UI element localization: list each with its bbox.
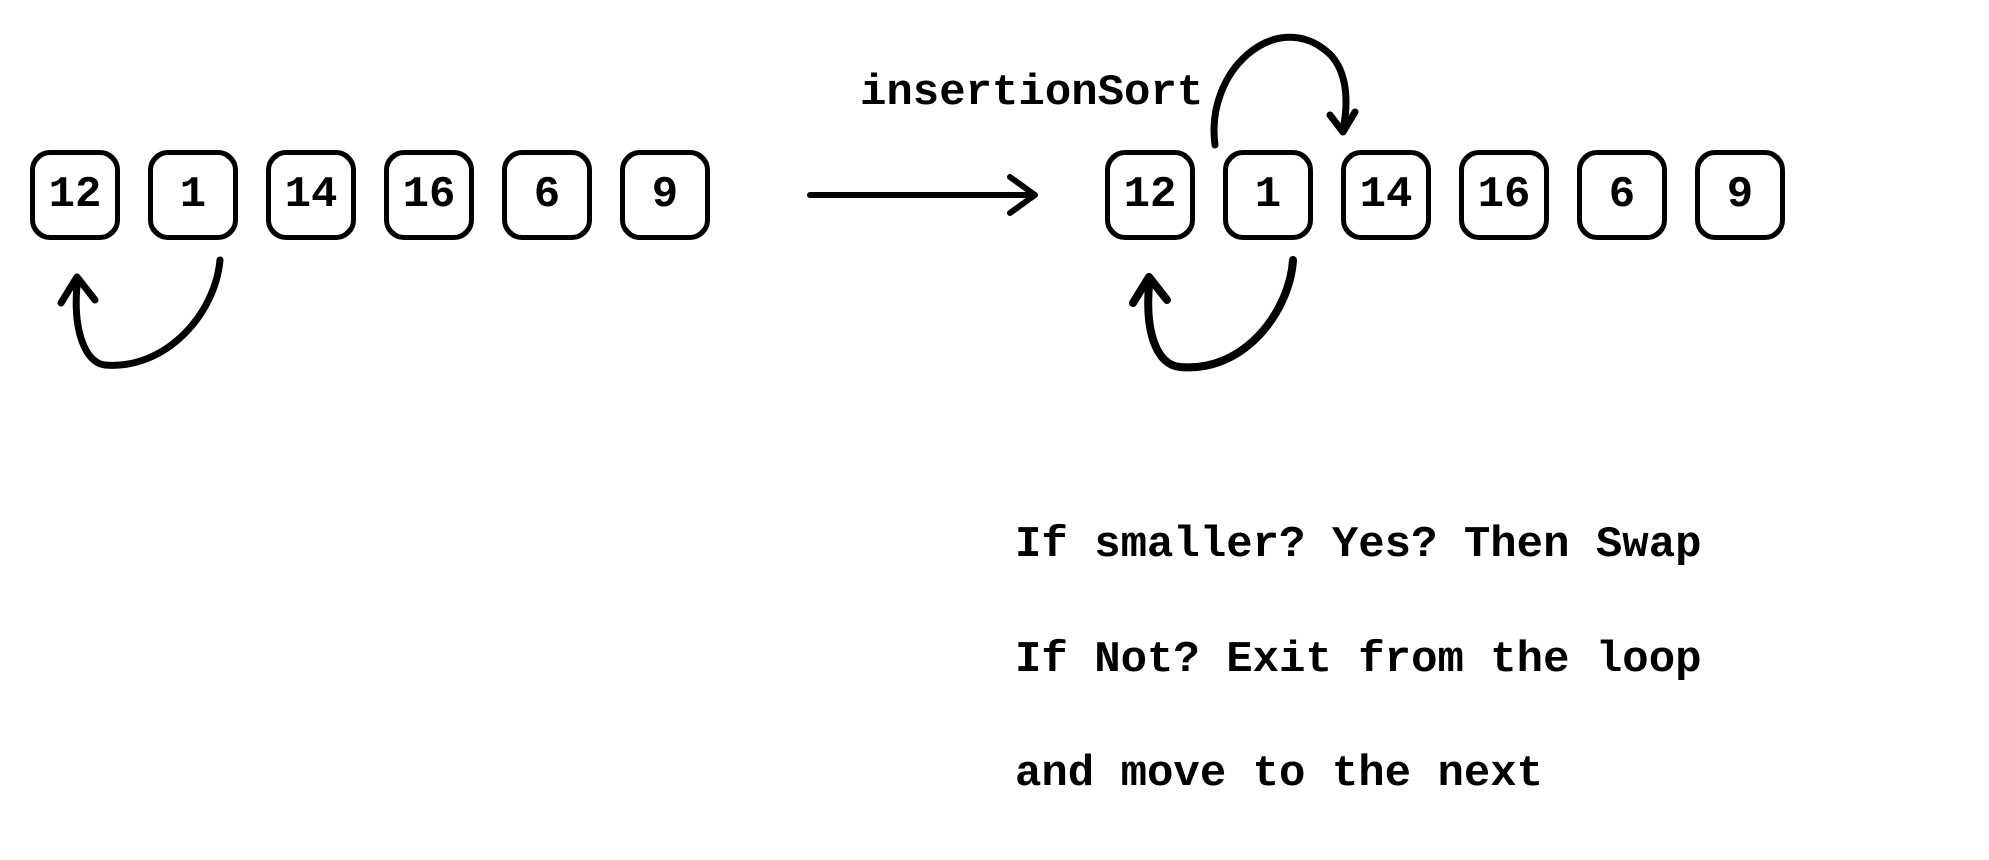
array-cell: 1 [148, 150, 238, 240]
explanation-line: If Not? Exit from the loop [1015, 632, 1702, 689]
explanation-line: If smaller? Yes? Then Swap [1015, 517, 1702, 574]
transition-arrow [800, 165, 1060, 230]
array-cell: 12 [1105, 150, 1195, 240]
array-cell: 1 [1223, 150, 1313, 240]
array-cell: 12 [30, 150, 120, 240]
array-cell: 16 [1459, 150, 1549, 240]
array-cell: 6 [1577, 150, 1667, 240]
array-cell: 6 [502, 150, 592, 240]
left-array-group: 12 1 14 16 6 9 [30, 150, 738, 240]
algorithm-title: insertionSort [860, 68, 1203, 118]
right-under-arc-arrow [1115, 255, 1315, 400]
diagram-container: insertionSort 12 1 14 16 6 9 12 1 14 16 … [0, 0, 1989, 714]
top-arc-arrow [1195, 10, 1375, 160]
right-array-group: 12 1 14 16 6 9 [1105, 150, 1813, 240]
array-cell: 9 [620, 150, 710, 240]
array-cell: 16 [384, 150, 474, 240]
array-cell: 14 [1341, 150, 1431, 240]
explanation-text: If smaller? Yes? Then Swap If Not? Exit … [1015, 460, 1702, 860]
explanation-line: and move to the next [1015, 746, 1702, 803]
array-cell: 9 [1695, 150, 1785, 240]
left-under-arc-arrow [45, 255, 245, 400]
array-cell: 14 [266, 150, 356, 240]
